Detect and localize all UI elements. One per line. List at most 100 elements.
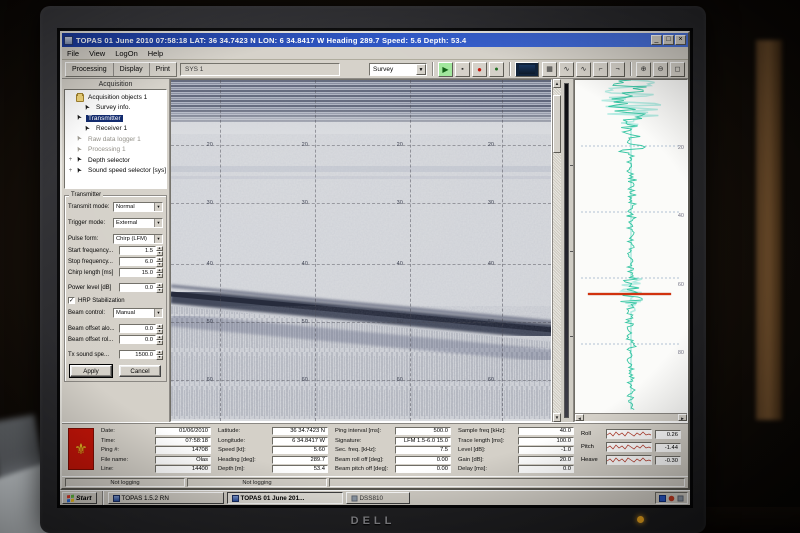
echogram-display[interactable]: 2020202030303030404040405050505060606060 (170, 79, 552, 422)
main-content: Acquisition Acquisition objects 1 (62, 79, 688, 422)
maximize-button[interactable] (663, 35, 674, 45)
tray-status-icon[interactable] (669, 495, 675, 501)
chevron-down-icon[interactable] (154, 203, 162, 211)
tray-network-icon[interactable] (659, 495, 666, 502)
trace-scrollbar[interactable] (575, 413, 687, 421)
tree-item[interactable]: + Sound speed selector [sys] (66, 166, 165, 177)
start-frequency-field[interactable]: 1.5 (119, 246, 163, 255)
toolbar-icon-button[interactable]: ● (489, 62, 504, 77)
start-button[interactable]: Start (62, 492, 97, 504)
taskbar-item[interactable]: TOPAS 01 June 201... (227, 492, 343, 504)
tx-sound-speed-field[interactable]: 1500.0 (119, 350, 163, 359)
chirp-length-row: Chirp length [ms] 15.0 (68, 268, 163, 277)
depth-mark-label: 40 (302, 261, 308, 267)
depth-mark-label: 20 (207, 142, 213, 148)
chirp-length-field[interactable]: 15.0 (119, 268, 163, 277)
tree-item[interactable]: + Depth selector (66, 155, 165, 166)
motion-sparkline (606, 429, 652, 439)
stop-frequency-field[interactable]: 6.0 (119, 257, 163, 266)
toolbar-icon-button[interactable]: ∿ (559, 62, 574, 77)
status-row: Level [dB]:-1.0 (458, 446, 574, 455)
beam-offset-roll-field[interactable]: 0.0 (119, 335, 163, 344)
tab-button[interactable]: Print (150, 63, 176, 76)
menu-item[interactable]: File (67, 49, 79, 58)
apply-button[interactable]: Apply (70, 365, 112, 377)
tree-item[interactable]: Raw data logger 1 (66, 134, 165, 145)
tx-sound-speed-row: Tx sound spe... 1500.0 (68, 350, 163, 359)
zoom-icon-button[interactable]: ◻ (670, 62, 685, 77)
spin-down-icon[interactable] (156, 251, 163, 256)
status-row: Sec. freq. [kHz]:7.5 (335, 446, 451, 455)
status-row: Signature:LFM 1.5-6.0 15.0 (335, 437, 451, 446)
trigger-mode-dropdown[interactable]: External (113, 218, 163, 228)
trace-panel[interactable]: 20406080 (574, 79, 688, 422)
taskbar-item[interactable]: DSS810 (346, 492, 410, 504)
tray-volume-icon[interactable] (678, 495, 684, 501)
scrollbar-thumb[interactable] (553, 95, 561, 154)
tree-item[interactable]: Transmitter (66, 113, 165, 124)
depth-mark-label: 30 (397, 200, 403, 206)
zoom-icon-button[interactable]: ⊕ (636, 62, 651, 77)
scroll-left-icon[interactable] (575, 414, 584, 421)
transmit-mode-dropdown[interactable]: Normal (113, 202, 163, 212)
zoom-icon-button[interactable]: ⊖ (653, 62, 668, 77)
toolbar-icon-button[interactable]: ∿ (576, 62, 591, 77)
depth-mark-label: 50 (302, 319, 308, 325)
depth-mark-label: 40 (488, 261, 494, 267)
scroll-up-icon[interactable] (553, 79, 561, 88)
toolbar-icon-button[interactable]: ⌐ (593, 62, 608, 77)
spin-down-icon[interactable] (156, 288, 163, 293)
beam-control-dropdown[interactable]: Manual (113, 308, 163, 318)
tab-button[interactable]: Processing (66, 63, 114, 76)
tab-button[interactable]: Display (114, 63, 150, 76)
system-tray (655, 492, 688, 504)
tree-expand-toggle[interactable]: + (67, 157, 74, 163)
spin-down-icon[interactable] (156, 329, 163, 334)
trace-tick-label: 60 (678, 282, 684, 288)
power-led[interactable] (637, 516, 644, 523)
depth-mark-label: 60 (397, 377, 403, 383)
menu-item[interactable]: View (89, 49, 105, 58)
toolbar: ProcessingDisplayPrint SYS 1 Survey ▶▪●● (62, 60, 688, 79)
toolbar-icon-button[interactable]: ▶ (438, 62, 453, 77)
chevron-down-icon[interactable] (416, 64, 426, 75)
toolbar-icon-button[interactable]: ▦ (542, 62, 557, 77)
pulse-form-dropdown[interactable]: Chirp (LFM) (113, 234, 163, 244)
chevron-down-icon[interactable] (154, 309, 162, 317)
power-level-field[interactable]: 0.0 (119, 283, 163, 292)
chevron-down-icon[interactable] (154, 235, 162, 243)
toolbar-icon-button[interactable]: ¬ (610, 62, 625, 77)
scroll-right-icon[interactable] (678, 414, 687, 421)
status-row: Delay [ms]:0.0 (458, 465, 574, 474)
close-button[interactable] (675, 35, 686, 45)
cancel-button[interactable]: Cancel (119, 365, 161, 377)
palette-swatch-button[interactable] (515, 62, 539, 77)
hrp-stabilization-checkbox[interactable] (68, 297, 75, 304)
app-icon (64, 36, 73, 45)
echogram-scrollbar[interactable] (552, 79, 561, 422)
scroll-down-icon[interactable] (553, 413, 561, 422)
toolbar-icon-button[interactable]: ● (472, 62, 487, 77)
spin-down-icon[interactable] (156, 273, 163, 278)
survey-dropdown[interactable]: Survey (369, 63, 427, 76)
motion-sparkline (606, 442, 652, 452)
status-group-rx: Sample freq [kHz]:40.0Trace length [ms]:… (458, 427, 574, 474)
toolbar-icon-button[interactable]: ▪ (455, 62, 470, 77)
chevron-down-icon[interactable] (154, 219, 162, 227)
mode-tabs: ProcessingDisplayPrint (65, 62, 177, 77)
minimize-button[interactable] (651, 35, 662, 45)
app-icon (351, 495, 357, 501)
menu-item[interactable]: LogOn (115, 49, 138, 58)
menu-bar: File View LogOn Help (62, 47, 688, 60)
title-bar[interactable]: TOPAS 01 June 2010 07:58:18 LAT: 36 34.7… (62, 33, 688, 47)
spin-down-icon[interactable] (156, 355, 163, 360)
trace-waveform (575, 80, 687, 410)
menu-item[interactable]: Help (148, 49, 163, 58)
beam-offset-along-field[interactable]: 0.0 (119, 324, 163, 333)
taskbar-item[interactable]: TOPAS 1.5.2 RN (108, 492, 224, 504)
depth-mark-label: 60 (488, 377, 494, 383)
spin-down-icon[interactable] (156, 262, 163, 267)
spin-down-icon[interactable] (156, 340, 163, 345)
beam-offset-along-row: Beam offset alo... 0.0 (68, 324, 163, 333)
tree-item[interactable]: Acquisition objects 1 (66, 92, 165, 103)
